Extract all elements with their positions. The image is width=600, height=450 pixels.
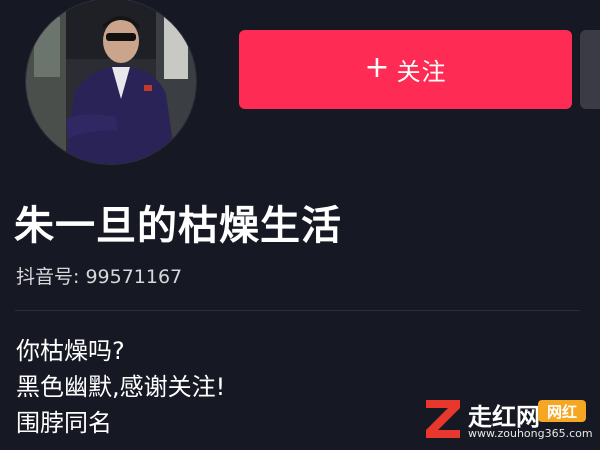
divider (15, 310, 580, 311)
follow-button[interactable]: + 关注 (239, 30, 572, 109)
watermark-url: www.zouhong365.com (468, 427, 593, 440)
z-logo-icon (426, 400, 460, 438)
bio-line: 黑色幽默,感谢关注! (16, 373, 226, 401)
watermark: 走红网 网红 www.zouhong365.com (422, 394, 600, 450)
follow-label: 关注 (396, 58, 447, 86)
plus-icon: + (364, 50, 391, 85)
douyin-id: 抖音号: 99571167 (16, 266, 183, 288)
watermark-badge: 网红 (538, 400, 586, 422)
more-options-button[interactable] (580, 30, 600, 109)
profile-nickname: 朱一旦的枯燥生活 (14, 203, 342, 249)
bio-line: 你枯燥吗? (16, 337, 125, 365)
bio-line: 围脖同名 (16, 409, 112, 437)
profile-bio: 你枯燥吗? 黑色幽默,感谢关注! 围脖同名 (16, 333, 225, 441)
avatar[interactable] (25, 0, 197, 165)
avatar-image (26, 0, 196, 164)
